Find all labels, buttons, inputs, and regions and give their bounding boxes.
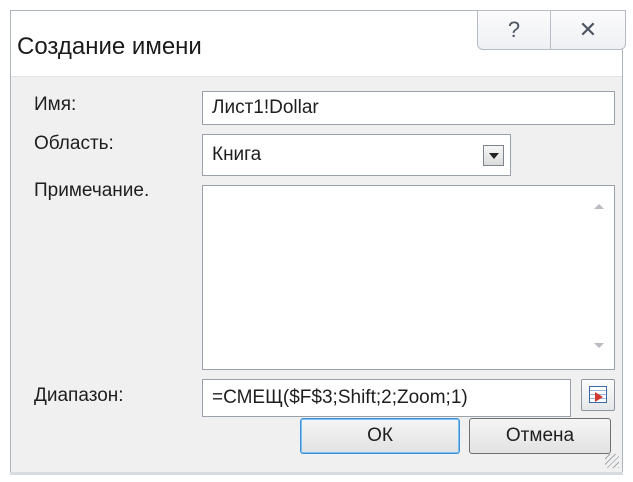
help-button[interactable]: ? bbox=[477, 10, 551, 50]
scope-label: Область: bbox=[34, 133, 114, 154]
comment-textarea[interactable] bbox=[202, 185, 615, 370]
dialog-title: Создание имени bbox=[17, 33, 202, 60]
range-input[interactable]: =СМЕЩ($F$3;Shift;2;Zoom;1) bbox=[202, 379, 571, 417]
resize-grip-icon[interactable] bbox=[605, 454, 619, 468]
range-collapse-button[interactable] bbox=[581, 379, 615, 411]
arrow-icon bbox=[595, 392, 603, 402]
name-input[interactable]: Лист1!Dollar bbox=[202, 91, 615, 125]
range-label: Диапазон: bbox=[34, 385, 124, 406]
scope-value: Книга bbox=[212, 144, 262, 165]
create-name-dialog: Создание имени ? ✕ Имя: Лист1!Dollar Обл… bbox=[10, 10, 626, 475]
chevron-down-icon bbox=[488, 152, 499, 159]
scope-select[interactable]: Книга bbox=[202, 134, 511, 176]
comment-label: Примечание. bbox=[34, 180, 150, 201]
ok-button[interactable]: ОК bbox=[300, 418, 460, 454]
scroll-down-icon[interactable] bbox=[594, 343, 604, 348]
cancel-button[interactable]: Отмена bbox=[469, 418, 611, 454]
close-button[interactable]: ✕ bbox=[550, 10, 626, 50]
name-label: Имя: bbox=[34, 94, 77, 115]
scope-dropdown-button[interactable] bbox=[483, 145, 504, 166]
dialog-body: Имя: Лист1!Dollar Область: Книга Примеча… bbox=[11, 76, 622, 473]
scroll-up-icon[interactable] bbox=[594, 204, 604, 209]
close-icon: ✕ bbox=[578, 17, 598, 42]
help-icon: ? bbox=[507, 17, 521, 42]
